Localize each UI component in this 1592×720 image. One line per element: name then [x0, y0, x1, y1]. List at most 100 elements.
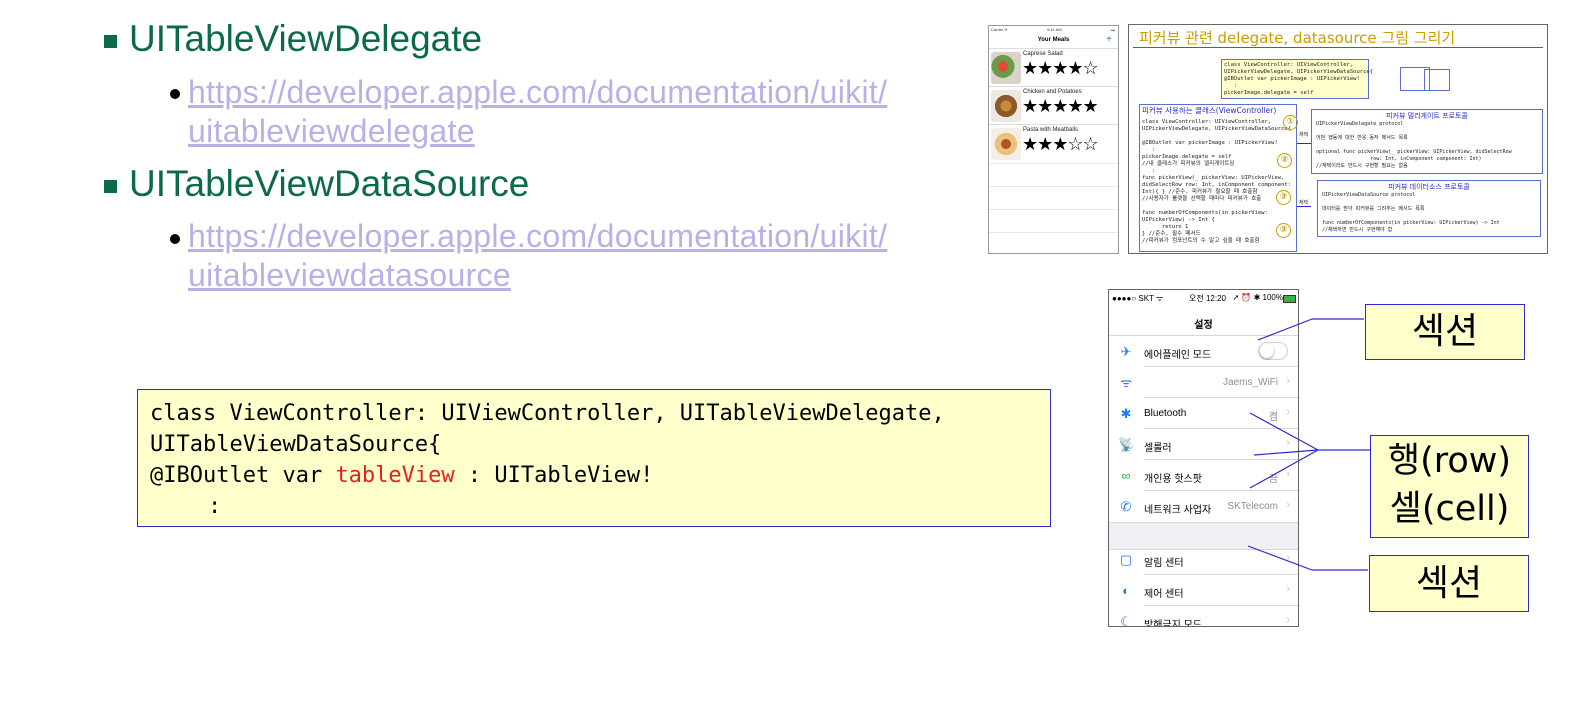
settings-screenshot: ●●●●○ SKT ᯤ 오전 12:20 ➚ ⏰ ✱ 100% 설정 ✈ 에어플… — [1108, 289, 1299, 627]
status-bar: Carrier ✈ 9:41 AM ▬ — [991, 27, 1118, 32]
chevron-right-icon: › — [1286, 406, 1290, 418]
chevron-right-icon: › — [1286, 499, 1290, 511]
divider — [989, 163, 1118, 164]
list-item[interactable]: Caprese Salad ★★★★☆ — [989, 48, 1118, 87]
row-label: 셀룰러 — [1144, 443, 1172, 454]
settings-row-notifications[interactable]: ▢ 알림 센터 › — [1109, 544, 1298, 575]
chevron-right-icon: › — [1286, 583, 1290, 595]
meals-title: Your Meals — [1037, 37, 1070, 43]
callout-text: 셀(cell) — [1389, 489, 1510, 529]
battery-icon: ▬ — [1111, 27, 1115, 32]
airplane-icon: ✈ — [1120, 344, 1132, 359]
hotspot-icon: ∞ — [1121, 468, 1131, 483]
diagram-datasource-box: 피커뷰 데이터소스 프로토콜 UIPickerViewDataSource pr… — [1317, 180, 1541, 237]
divider — [1133, 47, 1543, 48]
rating-stars[interactable]: ★★★★★ — [1022, 96, 1099, 116]
diagram-left-box: 피커뷰 사용하는 클래스(ViewController) class ViewC… — [1139, 104, 1297, 252]
chevron-right-icon: › — [1286, 437, 1290, 449]
adopt-label: 채택 — [1299, 200, 1309, 206]
row-value: SKTelecom — [1227, 501, 1278, 512]
notifications-icon: ▢ — [1119, 552, 1133, 567]
wifi-icon: ᯤ — [1120, 375, 1132, 390]
settings-row-hotspot[interactable]: ∞ 개인용 핫스팟 끔 › — [1109, 460, 1298, 491]
row-value: 켬 — [1268, 412, 1278, 423]
link-datasource-line1[interactable]: https://developer.apple.com/documentatio… — [188, 216, 887, 256]
settings-row-bluetooth[interactable]: ✱ Bluetooth 켬 › — [1109, 398, 1298, 429]
status-time: 오전 12:20 — [1189, 294, 1226, 303]
callout-text: 행(row) — [1387, 441, 1512, 481]
code-highlight: tableView — [335, 463, 455, 488]
diagram-left-code: class ViewController: UIViewController, … — [1142, 119, 1292, 244]
diagram-delegate-code: UIPickerViewDelegate protocol 어떤 행동에 대한 … — [1316, 121, 1512, 169]
arrow-line — [1297, 143, 1311, 144]
status-indicators: ➚ ⏰ ✱ 100% — [1232, 293, 1284, 302]
code-line-2: UITableViewDataSource{ — [150, 432, 442, 457]
meal-name: Pasta with Meatballs — [1023, 127, 1079, 133]
code-line-1: class ViewController: UIViewController, … — [150, 401, 945, 426]
status-bar: ●●●●○ SKT ᯤ 오전 12:20 ➚ ⏰ ✱ 100% — [1112, 293, 1297, 304]
row-value: Jaems_WiFi — [1222, 377, 1278, 388]
settings-row-carrier[interactable]: ✆ 네트워크 사업자 SKTelecom › — [1109, 491, 1298, 522]
row-label: 네트워크 사업자 — [1144, 505, 1212, 516]
chevron-right-icon: › — [1286, 375, 1290, 387]
arrow-line — [1297, 206, 1311, 207]
list-item[interactable]: Pasta with Meatballs ★★★☆☆ — [989, 124, 1118, 163]
link-delegate-line1[interactable]: https://developer.apple.com/documentatio… — [188, 72, 887, 112]
add-icon[interactable]: + — [1106, 34, 1112, 45]
step-badge: ① — [1283, 115, 1298, 130]
code-text: @IBOutlet var — [150, 463, 336, 488]
code-line-4: : — [208, 494, 222, 519]
step-badge: ② — [1277, 153, 1292, 168]
settings-row-dnd[interactable]: ☾ 방해금지 모드 › — [1109, 606, 1298, 627]
code-box: class ViewController: UIViewController, … — [137, 389, 1051, 527]
moon-icon: ☾ — [1120, 614, 1132, 627]
diagram-datasource-code: UIPickerViewDataSource protocol 데이터를 받아 … — [1322, 192, 1500, 233]
meal-photo — [991, 52, 1021, 84]
status-carrier: ●●●●○ SKT ᯤ — [1112, 294, 1164, 303]
settings-row-control-center[interactable]: ◐ 제어 센터 › — [1109, 575, 1298, 606]
airplane-toggle[interactable] — [1258, 342, 1288, 360]
settings-row-airplane[interactable]: ✈ 에어플레인 모드 — [1109, 336, 1298, 367]
diagram-small-box — [1424, 69, 1450, 91]
phone-icon: ✆ — [1120, 499, 1132, 514]
diagram-left-title: 피커뷰 사용하는 클래스(ViewController) — [1142, 106, 1277, 115]
link-datasource-line2[interactable]: uitableviewdatasource — [188, 255, 511, 295]
meal-photo — [991, 90, 1021, 122]
meal-name: Chicken and Potatoes — [1023, 89, 1082, 95]
divider — [989, 232, 1118, 233]
meals-screenshot: Carrier ✈ 9:41 AM ▬ Your Meals + Caprese… — [988, 25, 1119, 254]
heading-datasource: UITableViewDataSource — [129, 163, 530, 204]
settings-row-cellular[interactable]: 📡 셀룰러 › — [1109, 429, 1298, 460]
bullet-square — [104, 180, 117, 193]
callout-text: 섹션 — [1415, 563, 1483, 604]
rating-stars[interactable]: ★★★★☆ — [1022, 58, 1099, 78]
row-label: 방해금지 모드 — [1144, 620, 1202, 627]
status-carrier: Carrier ✈ — [991, 27, 1008, 32]
list-item[interactable]: Chicken and Potatoes ★★★★★ — [989, 86, 1118, 125]
picker-diagram: 피커뷰 관련 delegate, datasource 그림 그리기 class… — [1128, 24, 1548, 254]
bullet-square — [104, 35, 117, 48]
code-text: : UITableView! — [454, 463, 654, 488]
control-center-icon: ◐ — [1122, 583, 1130, 598]
chevron-right-icon: › — [1286, 468, 1290, 480]
settings-title: 설정 — [1194, 320, 1213, 331]
diagram-title: 피커뷰 관련 delegate, datasource 그림 그리기 — [1139, 29, 1456, 47]
diagram-delegate-title: 피커뷰 델리게이트 프로토콜 — [1386, 112, 1468, 120]
chevron-right-icon: › — [1286, 614, 1290, 626]
bluetooth-icon: ✱ — [1120, 406, 1132, 421]
row-label: 알림 센터 — [1144, 558, 1184, 569]
row-label: 개인용 핫스팟 — [1144, 474, 1202, 485]
step-badge: ③ — [1276, 190, 1291, 205]
cellular-icon: 📡 — [1118, 437, 1135, 452]
divider — [989, 186, 1118, 187]
callout-section-bottom: 섹션 — [1369, 555, 1529, 612]
settings-row-wifi[interactable]: ᯤ Jaems_WiFi › — [1109, 367, 1298, 398]
rating-stars[interactable]: ★★★☆☆ — [1022, 134, 1099, 154]
link-delegate-line2[interactable]: uitableviewdelegate — [188, 111, 475, 151]
divider — [989, 209, 1118, 210]
code-line-3: @IBOutlet var tableView : UITableView! — [150, 463, 653, 488]
bullet-dot — [170, 89, 180, 99]
row-label: Bluetooth — [1144, 408, 1187, 419]
adopt-label: 채택 — [1299, 132, 1309, 138]
meal-photo — [991, 128, 1021, 160]
